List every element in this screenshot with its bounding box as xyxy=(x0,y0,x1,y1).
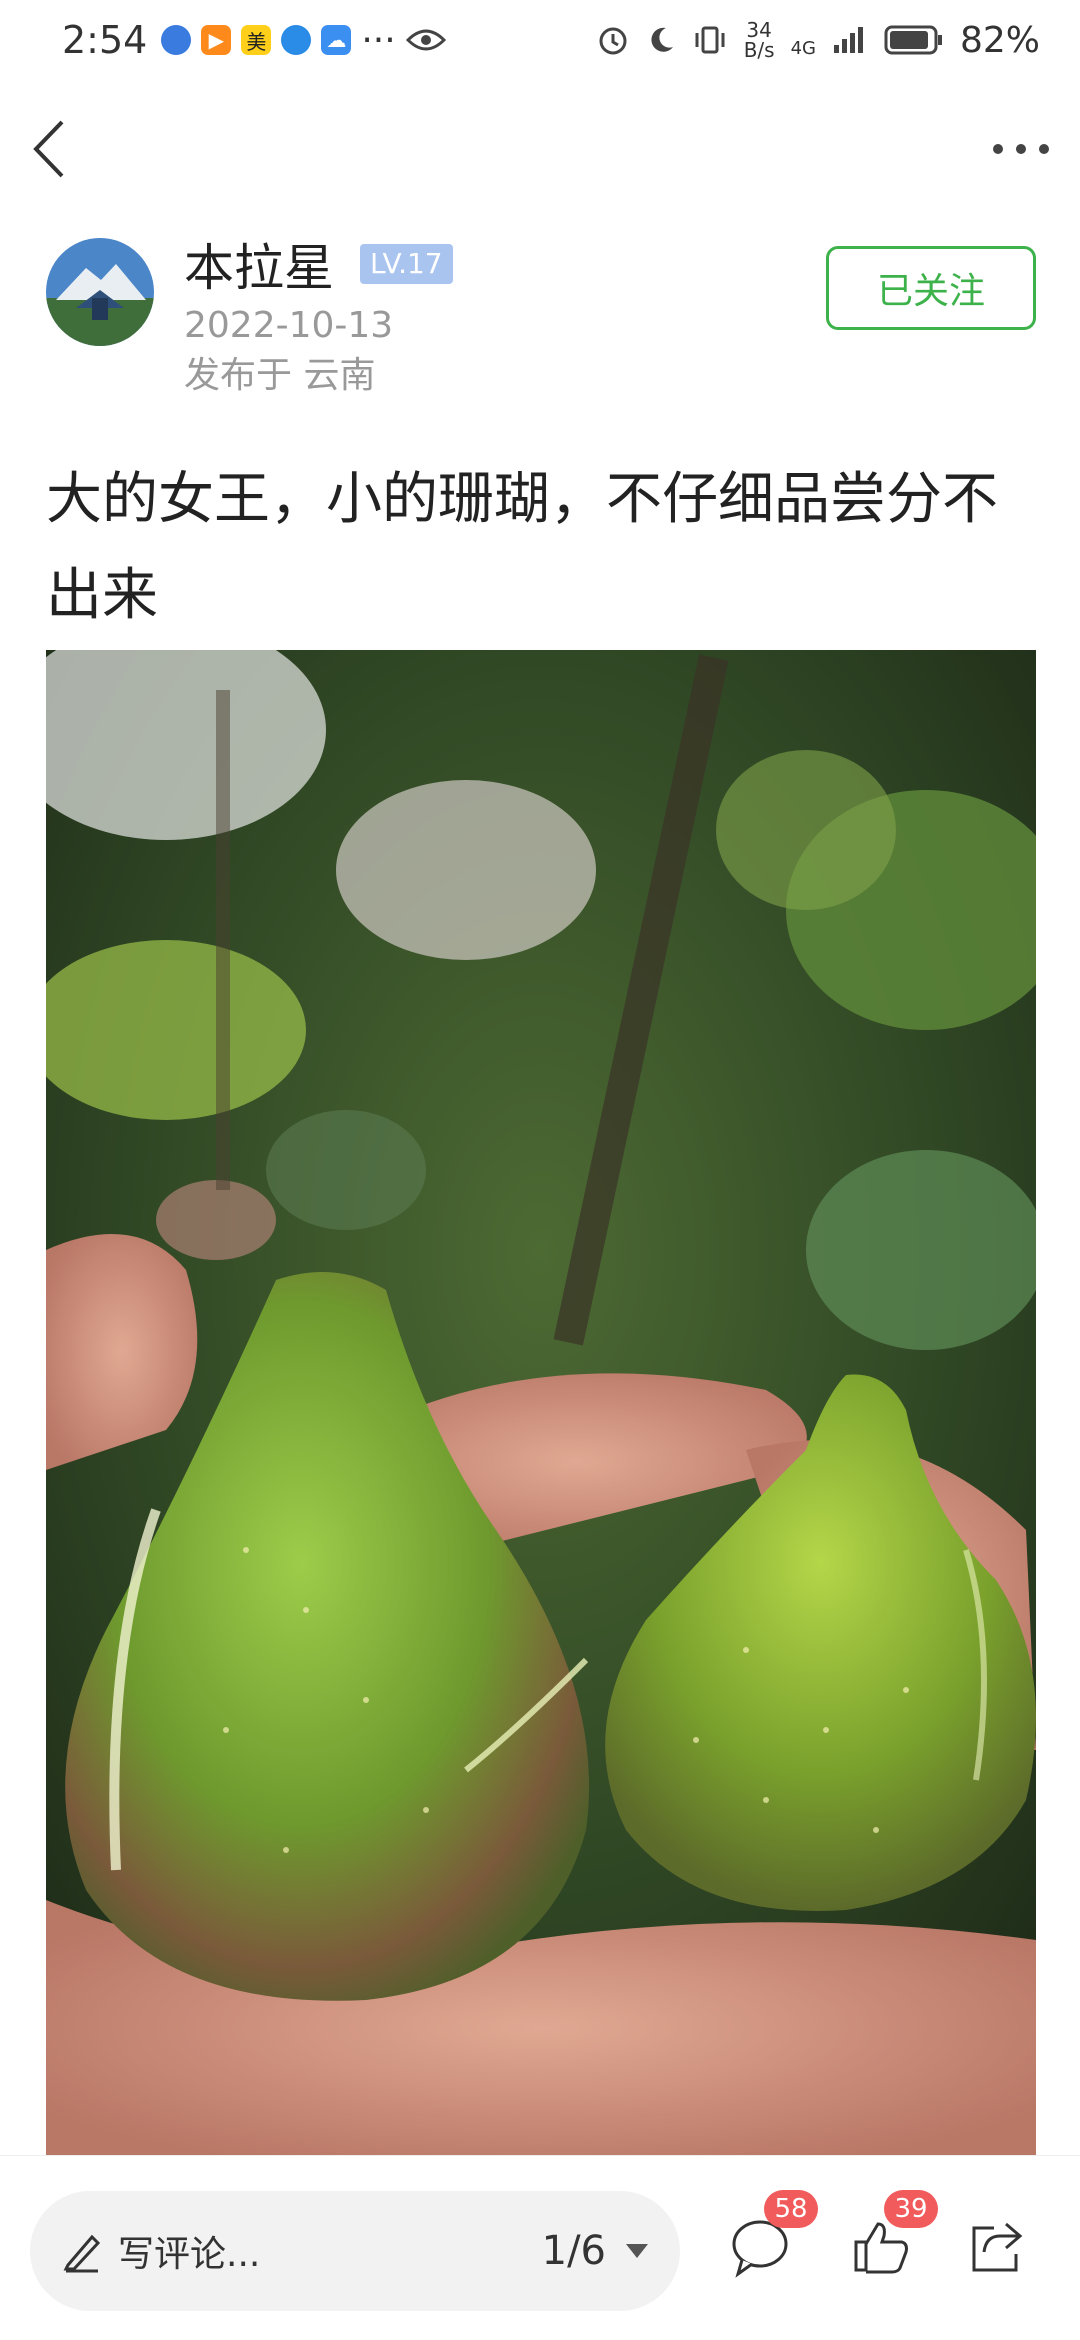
avatar[interactable] xyxy=(46,238,154,346)
follow-button[interactable]: 已关注 xyxy=(826,246,1036,330)
comment-button[interactable]: 58 xyxy=(730,2190,818,2286)
overflow-icon: ··· xyxy=(361,19,396,61)
network-type: 4G xyxy=(790,37,816,59)
video-app-icon: ▶ xyxy=(201,25,232,55)
net-speed-value: 34 xyxy=(746,18,772,42)
cloud-app-icon: ☁ xyxy=(321,25,352,55)
browser-app-icon xyxy=(281,25,312,55)
page-indicator[interactable]: 1/6 xyxy=(542,2228,606,2274)
bottom-action-bar: 写评论... 1/6 58 39 xyxy=(0,2155,1080,2340)
nav-bar xyxy=(0,100,1080,196)
level-badge: LV.17 xyxy=(360,244,453,284)
net-speed: 34 B/s xyxy=(744,20,775,60)
author-name[interactable]: 本拉星 xyxy=(184,238,334,298)
author-row: 本拉星 LV.17 2022-10-13 发布于 云南 已关注 xyxy=(46,238,1046,408)
alarm-icon xyxy=(599,27,627,55)
comment-placeholder: 写评论... xyxy=(118,2234,261,2275)
vibrate-icon xyxy=(695,26,725,54)
back-icon[interactable] xyxy=(22,114,82,184)
status-time: 2:54 xyxy=(62,18,148,62)
moon-icon xyxy=(651,27,673,52)
status-bar: 2:54 ▶ 美 ☁ ··· 34 B/s 4G 82% xyxy=(0,0,1080,80)
meituan-app-icon: 美 xyxy=(241,25,272,55)
signal-icon xyxy=(833,27,863,53)
share-icon xyxy=(972,2222,1023,2272)
net-speed-unit: B/s xyxy=(743,38,775,62)
comment-input[interactable]: 写评论... 1/6 xyxy=(30,2191,680,2311)
post-location: 发布于 云南 xyxy=(184,355,376,396)
chevron-down-icon[interactable] xyxy=(624,2242,650,2260)
app-icon-blue xyxy=(161,25,192,55)
eye-icon xyxy=(405,29,446,51)
battery-percent: 82% xyxy=(959,19,1040,61)
comment-count-badge: 58 xyxy=(764,2190,818,2228)
like-button[interactable]: 39 xyxy=(850,2190,938,2286)
share-button[interactable] xyxy=(966,2206,1036,2286)
post-title: 大的女王，小的珊瑚，不仔细品尝分不出来 xyxy=(46,467,998,628)
more-options-icon[interactable] xyxy=(986,124,1056,174)
battery-icon xyxy=(884,24,944,56)
like-count-badge: 39 xyxy=(884,2190,938,2228)
pencil-icon xyxy=(63,2234,101,2273)
post-image[interactable] xyxy=(46,650,1036,2155)
post-date: 2022-10-13 xyxy=(184,305,394,346)
